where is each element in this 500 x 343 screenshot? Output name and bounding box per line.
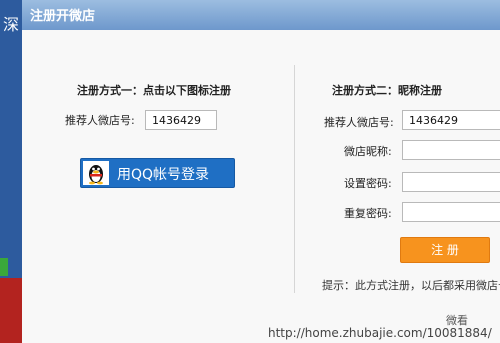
left-referrer-label: 推荐人微店号: [65,114,135,127]
qq-login-button[interactable]: 用QQ帐号登录 [80,158,235,188]
dialog-titlebar: 注册开微店 [22,0,500,30]
register-tip: 提示：此方式注册，以后都采用微店号 [322,279,500,292]
background-page-strip: 深 [0,0,22,343]
register-dialog: 注册开微店 注册方式一：点击以下图标注册 推荐人微店号: 1436429 用QQ… [22,0,500,343]
qq-penguin-icon [83,161,109,185]
dialog-title: 注册开微店 [30,9,96,24]
register-button[interactable]: 注 册 [400,237,490,263]
nickname-input[interactable] [402,140,500,160]
right-referrer-input[interactable]: 1436429 [402,110,500,130]
background-red-block [0,278,22,343]
method-one-heading: 注册方式一：点击以下图标注册 [77,84,231,97]
confirm-password-label: 重复密码: [344,207,392,220]
dialog-content: 注册方式一：点击以下图标注册 推荐人微店号: 1436429 用QQ帐号登录 注… [22,30,500,343]
right-referrer-label: 推荐人微店号: [324,116,394,129]
vertical-divider [294,65,295,293]
confirm-password-input[interactable] [402,202,500,222]
background-glyph: 深 [2,15,19,34]
password-label: 设置密码: [344,177,392,190]
watermark-url: http://home.zhubajie.com/10081884/ [268,326,492,340]
nickname-label: 微店昵称: [344,145,392,158]
method-two-heading: 注册方式二：昵称注册 [332,84,442,97]
background-green-tab [0,258,8,276]
qq-login-button-label: 用QQ帐号登录 [117,167,210,183]
password-input[interactable] [402,172,500,192]
left-referrer-input[interactable]: 1436429 [145,110,217,130]
